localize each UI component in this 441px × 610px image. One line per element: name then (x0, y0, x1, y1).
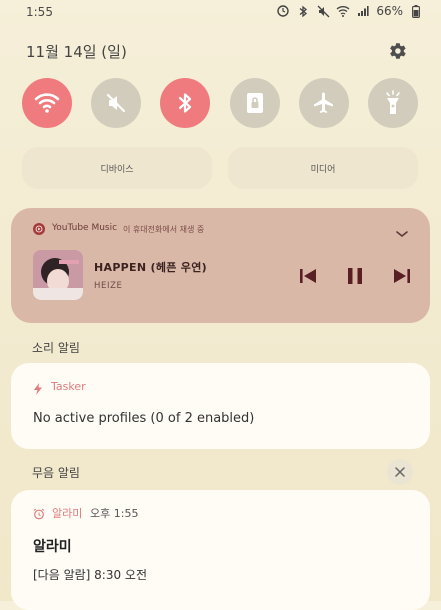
bluetooth-icon (296, 4, 310, 18)
lightning-icon (33, 380, 43, 395)
media-player-card[interactable]: YouTube Music 이 휴대전화에서 재생 중 HAPPEN (헤픈 우… (11, 208, 430, 323)
close-icon (395, 467, 405, 477)
song-title: HAPPEN (헤픈 우연) (94, 261, 207, 274)
status-time: 1:55 (26, 5, 53, 19)
alarm-icon (276, 4, 290, 18)
signal-icon (356, 4, 370, 18)
media-label: 미디어 (310, 164, 336, 175)
settings-gear-icon[interactable] (386, 40, 408, 62)
media-app-name: YouTube Music (52, 223, 118, 233)
screen-lock-toggle[interactable] (230, 78, 280, 128)
flashlight-toggle[interactable] (368, 78, 418, 128)
chevron-down-icon[interactable] (395, 224, 409, 238)
airplane-icon (314, 92, 333, 113)
mute-icon (106, 93, 126, 113)
youtube-music-icon (33, 223, 45, 235)
status-icons: 66% (276, 4, 423, 18)
artist-name: HEIZE (94, 281, 123, 291)
alarm-title: 알라미 (33, 539, 72, 555)
battery-percent: 66% (376, 4, 403, 18)
tasker-message: No active profiles (0 of 2 enabled) (33, 411, 255, 426)
pause-icon[interactable] (344, 265, 366, 287)
devices-button[interactable]: 디바이스 (22, 147, 212, 189)
sound-alerts-header: 소리 알림 (32, 341, 80, 355)
status-bar: 1:55 66% (0, 0, 441, 26)
bluetooth-toggle[interactable] (160, 78, 210, 128)
date-label: 11월 14일 (일) (26, 43, 127, 61)
tasker-app-name: Tasker (51, 380, 86, 393)
alarm-app-name: 알라미 (52, 507, 83, 520)
airplane-toggle[interactable] (299, 78, 349, 128)
silent-alerts-header: 무음 알림 (32, 466, 80, 480)
alarm-clock-icon (33, 505, 45, 520)
bluetooth-icon (178, 93, 192, 113)
battery-icon (409, 4, 423, 18)
lock-icon (247, 93, 263, 113)
flashlight-icon (386, 90, 400, 114)
devices-label: 디바이스 (100, 164, 134, 175)
album-art (33, 250, 83, 300)
media-button[interactable]: 미디어 (228, 147, 418, 189)
alarm-notification[interactable]: 알라미 오후 1:55 알라미 [다음 알람] 8:30 오전 (11, 490, 430, 610)
sound-toggle[interactable] (91, 78, 141, 128)
alarm-notification-time: 오후 1:55 (90, 507, 139, 520)
mute-icon (316, 4, 330, 18)
wifi-toggle[interactable] (22, 78, 72, 128)
wifi-icon (34, 93, 60, 113)
media-output-device: 이 휴대전화에서 재생 중 (123, 225, 205, 234)
tasker-notification[interactable]: Tasker No active profiles (0 of 2 enable… (11, 363, 430, 449)
clear-silent-button[interactable] (387, 459, 413, 485)
wifi-icon (336, 4, 350, 18)
next-track-icon[interactable] (391, 265, 413, 287)
alarm-message: [다음 알람] 8:30 오전 (33, 568, 147, 582)
previous-track-icon[interactable] (297, 265, 319, 287)
